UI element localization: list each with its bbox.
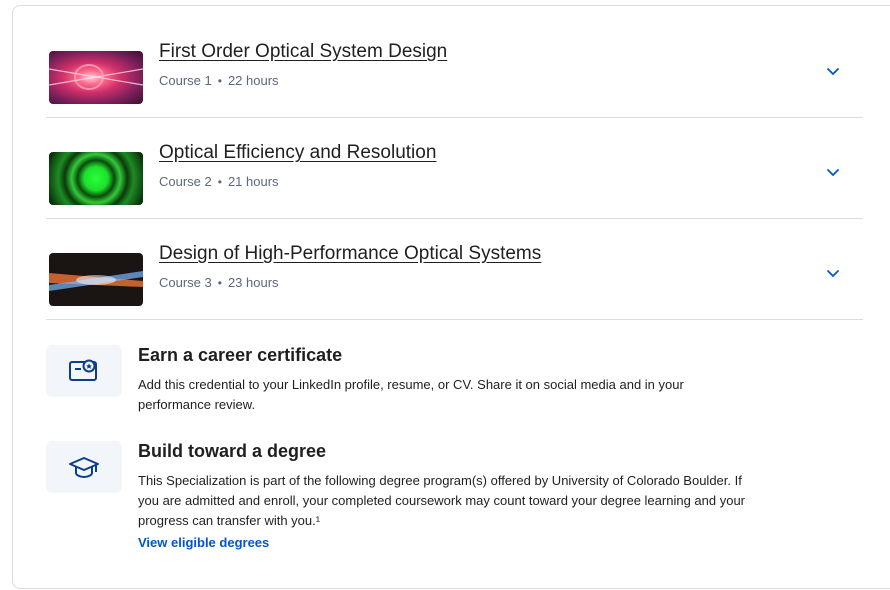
- course-1-title[interactable]: First Order Optical System Design: [159, 41, 447, 63]
- course-1-meta: Course 1 • 22 hours: [159, 73, 279, 88]
- meta-separator: •: [217, 175, 222, 189]
- course-2-label: Course 2: [159, 174, 212, 189]
- degree-body: This Specialization is part of the follo…: [138, 473, 746, 528]
- meta-separator: •: [217, 74, 222, 88]
- career-certificate-body: Add this credential to your LinkedIn pro…: [138, 377, 684, 412]
- meta-separator: •: [217, 276, 222, 290]
- course-2-title[interactable]: Optical Efficiency and Resolution: [159, 142, 436, 164]
- chevron-down-icon[interactable]: [822, 162, 844, 184]
- certificate-icon: [69, 359, 97, 381]
- certificate-icon-box: [46, 345, 122, 397]
- course-3-meta: Course 3 • 23 hours: [159, 275, 279, 290]
- course-2-meta: Course 2 • 21 hours: [159, 174, 279, 189]
- course-1-label: Course 1: [159, 73, 212, 88]
- course-1-duration: 22 hours: [227, 73, 279, 88]
- course-2-thumbnail: [49, 152, 143, 205]
- degree-icon-box: [46, 441, 122, 493]
- course-2-duration: 21 hours: [227, 174, 279, 189]
- course-row-3[interactable]: Design of High-Performance Optical Syste…: [46, 219, 863, 320]
- course-3-label: Course 3: [159, 275, 212, 290]
- course-3-duration: 23 hours: [227, 275, 279, 290]
- course-3-thumbnail-art: [49, 271, 143, 291]
- graduation-cap-icon: [69, 457, 99, 479]
- course-3-title[interactable]: Design of High-Performance Optical Syste…: [159, 243, 541, 265]
- chevron-down-icon[interactable]: [822, 61, 844, 83]
- course-1-thumbnail: [49, 51, 143, 104]
- course-1-thumbnail-art: [49, 64, 143, 90]
- degree-title: Build toward a degree: [138, 441, 327, 461]
- course-3-thumbnail: [49, 253, 143, 306]
- course-row-2[interactable]: Optical Efficiency and Resolution Course…: [46, 118, 863, 219]
- chevron-down-icon[interactable]: [822, 263, 844, 285]
- course-row-1[interactable]: First Order Optical System Design Course…: [46, 17, 863, 118]
- view-eligible-degrees-link[interactable]: View eligible degrees: [138, 535, 269, 550]
- career-certificate-title: Earn a career certificate: [138, 345, 343, 365]
